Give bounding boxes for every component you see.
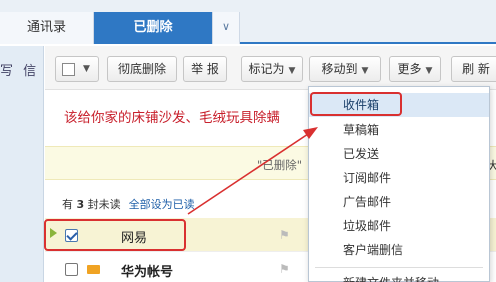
unread-summary: 有 3 封未读 全部设为已读	[62, 196, 195, 212]
unread-prefix: 有	[62, 198, 77, 211]
more-button[interactable]: 更多 ▼	[389, 56, 441, 82]
tab-dropdown-button[interactable]: ∨	[212, 12, 240, 44]
menu-item-sent[interactable]: 已发送	[309, 142, 489, 166]
refresh-button[interactable]: 刷 新	[451, 56, 496, 82]
sidebar: 写 信	[0, 46, 44, 282]
tab-deleted[interactable]: 已删除	[94, 12, 212, 44]
permanent-delete-button[interactable]: 彻底删除	[107, 56, 177, 82]
notice-text: "已删除"	[257, 158, 303, 172]
unread-count: 3	[76, 198, 85, 211]
mark-all-read-link[interactable]: 全部设为已读	[129, 198, 195, 211]
flag-icon[interactable]: ⚑	[279, 262, 290, 276]
more-label: 更多	[397, 62, 422, 76]
tab-contacts[interactable]: 通讯录	[0, 12, 94, 44]
menu-item-subscriptions[interactable]: 订阅邮件	[309, 166, 489, 190]
mail-checkbox[interactable]	[65, 263, 78, 276]
tab-bar: 通讯录 已删除 ∨	[0, 0, 496, 44]
unread-suffix: 封未读	[84, 198, 121, 211]
chevron-down-icon: ▼	[361, 66, 369, 76]
move-to-label: 移动到	[321, 62, 358, 76]
highlight-inbox-item	[310, 92, 402, 116]
menu-item-drafts[interactable]: 草稿箱	[309, 118, 489, 142]
chevron-down-icon: ∨	[221, 20, 231, 33]
chevron-down-icon: ▼	[288, 66, 296, 76]
menu-item-ads[interactable]: 广告邮件	[309, 190, 489, 214]
checkbox-icon[interactable]	[62, 63, 75, 76]
select-all-dropdown[interactable]: ▼	[55, 56, 99, 82]
menu-item-spam[interactable]: 垃圾邮件	[309, 214, 489, 238]
compose-button[interactable]: 写 信	[0, 60, 39, 79]
mark-as-button[interactable]: 标记为 ▼	[241, 56, 303, 82]
highlight-selected-row	[44, 219, 186, 251]
report-button[interactable]: 举 报	[183, 56, 227, 82]
chevron-down-icon: ▼	[425, 66, 433, 76]
mail-toolbar: ▼ 彻底删除 举 报 标记为 ▼ 移动到 ▼ 更多 ▼ 刷 新	[45, 46, 496, 90]
chevron-down-icon: ▼	[83, 64, 90, 74]
mail-sender: 华为帐号	[121, 265, 174, 280]
move-to-button[interactable]: 移动到 ▼	[309, 56, 381, 82]
envelope-icon	[87, 265, 100, 274]
ad-banner-text[interactable]: 该给你家的床铺沙发、毛绒玩具除螨	[64, 106, 280, 126]
menu-divider	[315, 267, 483, 268]
flag-icon[interactable]: ⚑	[279, 228, 290, 242]
menu-item-new-folder-move[interactable]: 新建文件夹并移动	[309, 271, 489, 282]
menu-item-client-deleted[interactable]: 客户端删信	[309, 238, 489, 262]
mark-as-label: 标记为	[248, 62, 285, 76]
